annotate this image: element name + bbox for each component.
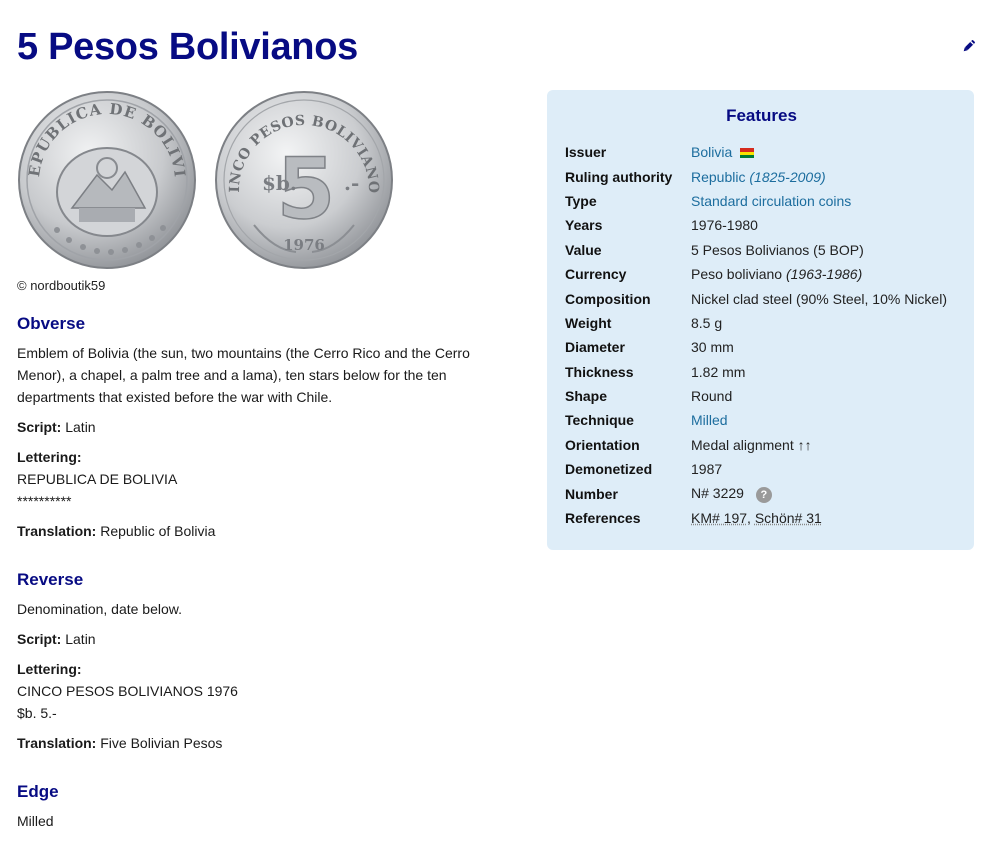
reverse-translation-value: Five Bolivian Pesos [100,735,223,751]
reverse-script-label: Script: [17,631,62,647]
feature-row-years: Years 1976-1980 [565,213,958,237]
obverse-section: Obverse Emblem of Bolivia (the sun, two … [17,314,517,550]
obverse-lettering-line: REPUBLICA DE BOLIVIA [17,471,178,487]
reverse-translation-label: Translation: [17,735,97,751]
feature-row-references: References KM# 197, Schön# 31 [565,506,958,530]
feature-row-issuer: Issuer Bolivia [565,140,958,164]
svg-text:.-: .- [344,171,359,195]
feature-row-composition: Composition Nickel clad steel (90% Steel… [565,286,958,310]
feature-key: Shape [565,388,608,405]
shape-value: Round [691,388,733,405]
diameter-value: 30 mm [691,339,734,356]
references-value-group: KM# 197, Schön# 31 [691,510,822,526]
reverse-description: Denomination, date below. [17,601,182,617]
ruling-authority-period: (1825-2009) [749,168,826,185]
feature-key: Diameter [565,339,625,356]
feature-row-ruling-authority: Ruling authority Republic (1825-2009) [565,164,958,188]
obverse-lettering: Lettering: REPUBLICA DE BOLIVIA ********… [17,446,517,512]
feature-key: Ruling authority [565,168,673,185]
feature-key: Orientation [565,436,640,453]
obverse-translation-label: Translation: [17,523,97,539]
feature-key: Demonetized [565,461,653,478]
page-title: 5 Pesos Bolivianos [17,26,358,68]
reverse-lettering-line: $b. 5.- [17,705,57,721]
pencil-icon[interactable] [961,38,977,54]
reverse-lettering-label: Lettering: [17,661,82,677]
obverse-translation: Translation: Republic of Bolivia [17,520,517,542]
issuer-link[interactable]: Bolivia [691,144,732,160]
obverse-heading: Obverse [17,314,86,333]
edge-section: Edge Milled [17,782,517,840]
reverse-translation: Translation: Five Bolivian Pesos [17,732,517,754]
edge-heading: Edge [17,782,59,801]
feature-row-technique: Technique Milled [565,408,958,432]
feature-row-diameter: Diameter 30 mm [565,335,958,359]
feature-key: Technique [565,412,634,429]
reference-km[interactable]: KM# 197 [691,510,747,526]
reverse-script: Script: Latin [17,628,517,650]
ruling-authority-value: Republic [691,168,746,185]
obverse-script: Script: Latin [17,416,517,438]
feature-key: Thickness [565,363,634,380]
bolivia-flag-icon [740,148,755,159]
obverse-coin-image[interactable]: REPUBLICA DE BOLIVIA [17,90,197,270]
value-value: 5 Pesos Bolivianos (5 BOP) [691,241,864,258]
svg-text:$b.: $b. [262,171,297,195]
reverse-script-value: Latin [65,631,96,647]
feature-row-thickness: Thickness 1.82 mm [565,360,958,384]
reverse-heading: Reverse [17,570,84,589]
feature-row-number: Number N# 3229 ? [565,481,958,505]
number-value: N# 3229 [691,484,744,501]
number-value-group: N# 3229 ? [691,485,772,503]
obverse-script-label: Script: [17,419,62,435]
features-heading: Features [726,106,797,125]
obverse-lettering-line: ********** [17,493,72,509]
edge-value: Milled [17,813,54,829]
currency-period: (1963-1986) [785,266,863,283]
feature-key: Years [565,217,603,234]
obverse-translation-value: Republic of Bolivia [100,523,216,539]
ruling-authority-link[interactable]: Republic (1825-2009) [691,169,826,185]
svg-text:1976: 1976 [283,236,325,254]
reverse-coin-image[interactable]: CINCO PESOS BOLIVIANOS 5 $b. .- 1976 [214,90,394,270]
feature-key: Number [565,485,618,502]
image-credit: © nordboutik59 [17,278,106,293]
reverse-lettering: Lettering: CINCO PESOS BOLIVIANOS 1976 $… [17,658,517,724]
weight-value: 8.5 g [691,314,723,331]
type-link[interactable]: Standard circulation coins [691,193,851,209]
feature-key: Currency [565,266,627,283]
demonetized-value: 1987 [691,461,723,478]
currency-value-group: Peso boliviano (1963-1986) [691,266,862,282]
orientation-value: Medal alignment ↑↑ [691,436,812,453]
feature-row-value: Value 5 Pesos Bolivianos (5 BOP) [565,238,958,262]
feature-row-currency: Currency Peso boliviano (1963-1986) [565,262,958,286]
feature-row-weight: Weight 8.5 g [565,311,958,335]
reference-separator: , [747,510,755,527]
features-panel: Features Issuer Bolivia Ruling authority… [547,90,974,550]
feature-key: References [565,510,641,527]
currency-value: Peso boliviano [691,266,783,283]
reference-schon[interactable]: Schön# 31 [755,510,822,526]
obverse-lettering-label: Lettering: [17,449,82,465]
feature-row-demonetized: Demonetized 1987 [565,457,958,481]
feature-row-type: Type Standard circulation coins [565,189,958,213]
obverse-description: Emblem of Bolivia (the sun, two mountain… [17,345,470,405]
help-icon[interactable]: ? [755,486,772,503]
feature-key: Composition [565,290,651,307]
feature-key: Value [565,241,602,258]
technique-link[interactable]: Milled [691,412,728,428]
years-value: 1976-1980 [691,217,758,234]
obverse-script-value: Latin [65,419,96,435]
reverse-section: Reverse Denomination, date below. Script… [17,570,517,762]
feature-row-orientation: Orientation Medal alignment ↑↑ [565,433,958,457]
feature-key: Issuer [565,144,607,161]
reverse-lettering-line: CINCO PESOS BOLIVIANOS 1976 [17,683,238,699]
thickness-value: 1.82 mm [691,363,746,380]
feature-row-shape: Shape Round [565,384,958,408]
feature-key: Weight [565,314,612,331]
composition-value: Nickel clad steel (90% Steel, 10% Nickel… [691,290,947,307]
feature-key: Type [565,192,597,209]
